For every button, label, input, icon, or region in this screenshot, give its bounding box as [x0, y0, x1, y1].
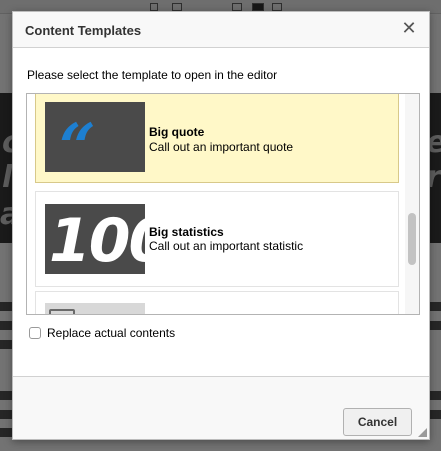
template-item-3[interactable]	[35, 291, 399, 314]
template-name: Big quote	[149, 125, 205, 139]
statistic-number: 100	[49, 206, 145, 274]
template-description: Call out an important statistic	[149, 239, 304, 253]
replace-contents-checkbox[interactable]	[29, 327, 41, 339]
dialog-instruction: Please select the template to open in th…	[27, 68, 278, 82]
dialog-header: Content Templates ✕	[13, 12, 429, 48]
keyboard-icon	[49, 309, 75, 314]
scrollbar-thumb[interactable]	[408, 213, 416, 265]
resize-grip-icon[interactable]	[418, 428, 427, 437]
dialog-title: Content Templates	[25, 23, 142, 38]
template-thumbnail: 100	[45, 204, 145, 274]
list-scrollbar[interactable]	[405, 94, 419, 314]
dialog-footer: Cancel	[13, 376, 429, 439]
template-list[interactable]: “ Big quote Call out an important quote …	[26, 93, 420, 315]
template-thumbnail: “	[45, 102, 145, 172]
close-icon[interactable]: ✕	[400, 20, 418, 38]
replace-contents-label[interactable]: Replace actual contents	[47, 326, 175, 340]
quote-mark-icon: “	[59, 110, 96, 172]
template-item-big-quote[interactable]: “ Big quote Call out an important quote	[35, 94, 399, 183]
template-description: Call out an important quote	[149, 140, 294, 154]
template-name: Big statistics	[149, 225, 224, 239]
template-item-big-statistics[interactable]: 100 Big statistics Call out an important…	[35, 191, 399, 287]
cancel-button[interactable]: Cancel	[343, 408, 412, 436]
template-thumbnail	[45, 303, 145, 314]
content-templates-dialog: Content Templates ✕ Please select the te…	[12, 11, 430, 440]
